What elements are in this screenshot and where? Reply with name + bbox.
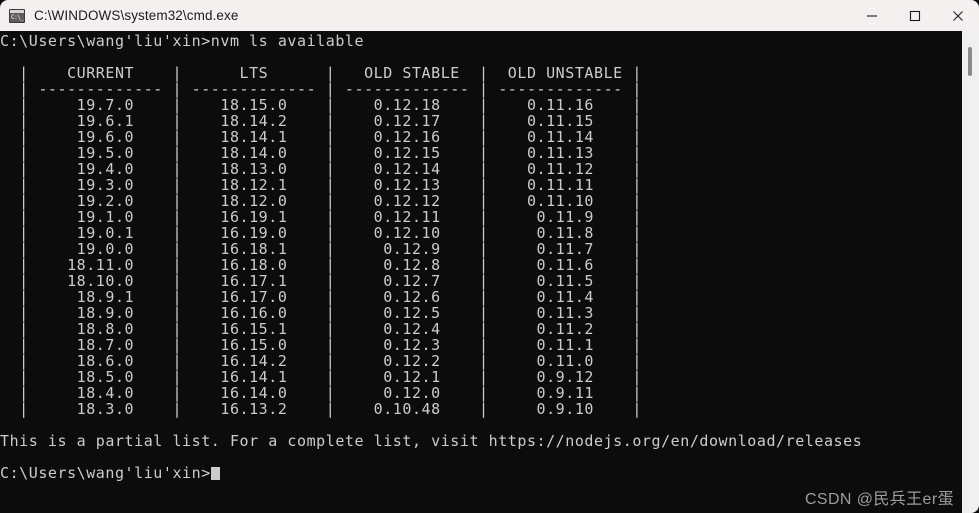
minimize-button[interactable] bbox=[850, 0, 893, 31]
terminal-line: | 18.6.0 | 16.14.2 | 0.12.2 | 0.11.0 | bbox=[0, 352, 642, 370]
window-title: C:\WINDOWS\system32\cmd.exe bbox=[34, 8, 239, 23]
minimize-icon bbox=[866, 14, 877, 17]
terminal-line: | 19.0.0 | 16.18.1 | 0.12.9 | 0.11.7 | bbox=[0, 240, 642, 258]
title-bar[interactable]: C:\_ C:\WINDOWS\system32\cmd.exe bbox=[0, 0, 979, 31]
window-controls bbox=[850, 0, 979, 31]
terminal-line: | 19.7.0 | 18.15.0 | 0.12.18 | 0.11.16 | bbox=[0, 96, 642, 114]
terminal-line: | 18.11.0 | 16.18.0 | 0.12.8 | 0.11.6 | bbox=[0, 256, 642, 274]
terminal-line: | 18.8.0 | 16.15.1 | 0.12.4 | 0.11.2 | bbox=[0, 320, 642, 338]
terminal-line: | 18.7.0 | 16.15.0 | 0.12.3 | 0.11.1 | bbox=[0, 336, 642, 354]
cmd-icon: C:\_ bbox=[9, 8, 25, 23]
terminal-line: | 18.9.1 | 16.17.0 | 0.12.6 | 0.11.4 | bbox=[0, 288, 642, 306]
terminal-line: | 19.2.0 | 18.12.0 | 0.12.12 | 0.11.10 | bbox=[0, 192, 642, 210]
csdn-watermark: CSDN @民兵王er蛋 bbox=[804, 491, 954, 508]
terminal-line: | 19.1.0 | 16.19.1 | 0.12.11 | 0.11.9 | bbox=[0, 208, 642, 226]
cmd-window: C:\_ C:\WINDOWS\system32\cmd.exe C:\User… bbox=[0, 0, 979, 513]
terminal-line: C:\Users\wang'liu'xin>nvm ls available bbox=[0, 32, 365, 50]
terminal-line: | 19.3.0 | 18.12.1 | 0.12.13 | 0.11.11 | bbox=[0, 176, 642, 194]
close-button[interactable] bbox=[936, 0, 979, 31]
terminal-line: | 18.4.0 | 16.14.0 | 0.12.0 | 0.9.11 | bbox=[0, 384, 642, 402]
terminal-line: | 18.9.0 | 16.16.0 | 0.12.5 | 0.11.3 | bbox=[0, 304, 642, 322]
terminal-line: | 19.6.1 | 18.14.2 | 0.12.17 | 0.11.15 | bbox=[0, 112, 642, 130]
terminal-line: | 18.3.0 | 16.13.2 | 0.10.48 | 0.9.10 | bbox=[0, 400, 642, 418]
close-icon bbox=[952, 10, 963, 21]
terminal-line: | 19.0.1 | 16.19.0 | 0.12.10 | 0.11.8 | bbox=[0, 224, 642, 242]
terminal-line: | 18.5.0 | 16.14.1 | 0.12.1 | 0.9.12 | bbox=[0, 368, 642, 386]
terminal-line: | 19.5.0 | 18.14.0 | 0.12.15 | 0.11.13 | bbox=[0, 144, 642, 162]
block-cursor bbox=[210, 467, 220, 480]
cmd-icon-glyph: C:\_ bbox=[11, 13, 24, 21]
terminal-line: | 18.10.0 | 16.17.1 | 0.12.7 | 0.11.5 | bbox=[0, 272, 642, 290]
scrollbar-thumb[interactable] bbox=[968, 47, 972, 76]
terminal-line: C:\Users\wang'liu'xin> bbox=[0, 465, 862, 481]
terminal-line: | CURRENT | LTS | OLD STABLE | OLD UNSTA… bbox=[0, 64, 642, 82]
terminal-line: | 19.4.0 | 18.13.0 | 0.12.14 | 0.11.12 | bbox=[0, 160, 642, 178]
terminal-line: This is a partial list. For a complete l… bbox=[0, 432, 863, 450]
terminal-text: C:\Users\wang'liu'xin>nvm ls available |… bbox=[0, 31, 862, 481]
vertical-scrollbar[interactable] bbox=[962, 31, 979, 513]
console-output-area[interactable]: C:\Users\wang'liu'xin>nvm ls available |… bbox=[0, 31, 979, 513]
terminal-line: | 19.6.0 | 18.14.1 | 0.12.16 | 0.11.14 | bbox=[0, 128, 642, 146]
terminal-line: | ------------- | ------------- | ------… bbox=[0, 80, 642, 98]
maximize-icon bbox=[909, 10, 920, 21]
maximize-button[interactable] bbox=[893, 0, 936, 31]
